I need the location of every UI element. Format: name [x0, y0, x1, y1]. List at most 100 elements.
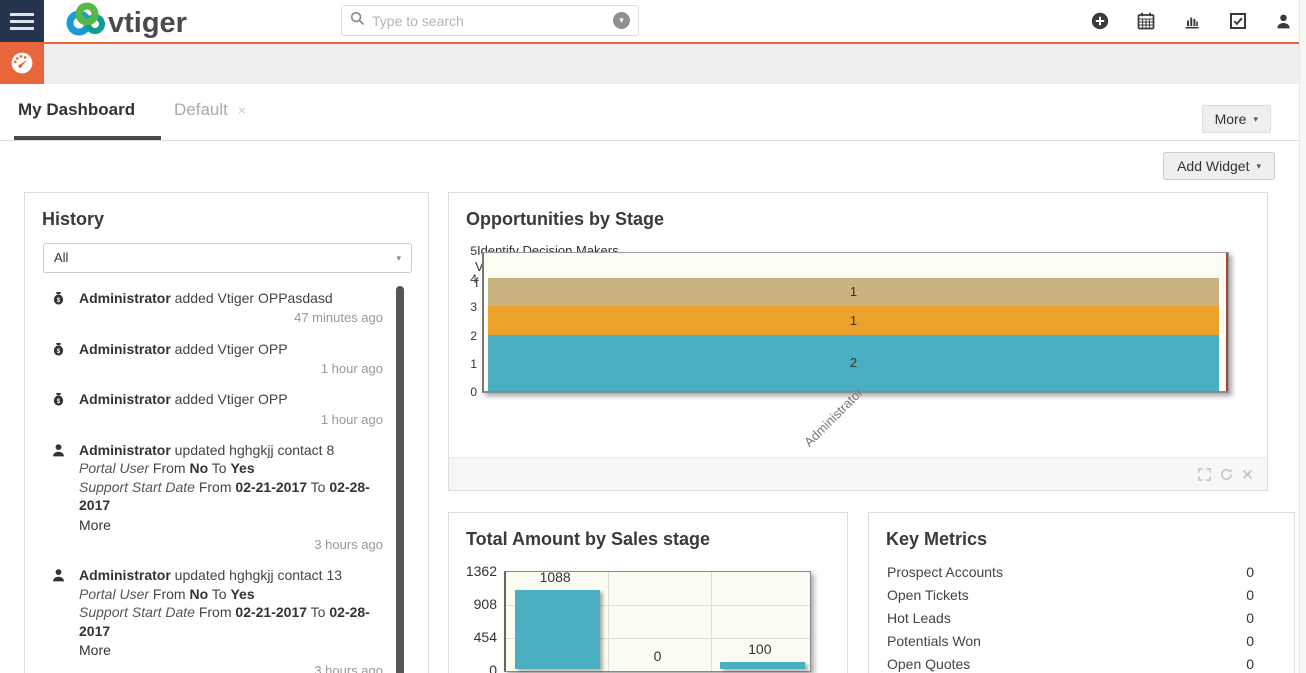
- history-item-body: Administrator updated hghgkjj contact 13…: [79, 566, 397, 673]
- history-actor: Administrator: [79, 391, 171, 407]
- app-header: [0, 44, 1306, 84]
- history-item-body: Administrator added Vtiger OPP 1 hour ago: [79, 390, 397, 428]
- opportunity-icon: $: [51, 291, 68, 327]
- y-axis-tick-label: 1362: [451, 563, 497, 579]
- history-item-body: Administrator updated hghgkjj contact 8P…: [79, 441, 397, 554]
- field-name: Portal User: [79, 586, 149, 602]
- expand-icon[interactable]: [1198, 468, 1211, 481]
- history-item-body: Administrator added Vtiger OPPasdasd 47 m…: [79, 289, 397, 327]
- chart-plot-area: 2 1 1: [482, 252, 1229, 393]
- more-link[interactable]: More: [79, 516, 383, 534]
- history-filter-value: All: [54, 250, 68, 265]
- user-icon[interactable]: [1275, 13, 1292, 30]
- y-axis-tick-label: 4: [449, 272, 477, 286]
- y-axis-tick-label: 5: [449, 244, 477, 258]
- key-metrics-widget-title: Key Metrics: [886, 529, 987, 550]
- history-actor: Administrator: [79, 341, 171, 357]
- dashboard-gauge-icon[interactable]: [0, 42, 44, 84]
- more-button[interactable]: More▾: [1202, 105, 1271, 133]
- y-axis-tick-label: 454: [451, 629, 497, 645]
- axis-accent-line: [1226, 253, 1228, 391]
- quick-create-plus-icon[interactable]: [1091, 12, 1109, 30]
- tab-my-dashboard[interactable]: My Dashboard: [14, 84, 161, 140]
- refresh-icon[interactable]: [1220, 468, 1233, 481]
- history-item-text: Administrator added Vtiger OPPasdasd: [79, 289, 383, 307]
- calendar-icon[interactable]: [1137, 12, 1155, 30]
- navbar-icons: [1091, 12, 1292, 30]
- history-actor: Administrator: [79, 567, 171, 583]
- total-amount-widget: Total Amount by Sales stage 136290845401…: [448, 512, 848, 673]
- history-time: 3 hours ago: [79, 662, 383, 673]
- history-filter-dropdown[interactable]: All ▾: [43, 243, 412, 273]
- history-item: Administrator updated hghgkjj contact 13…: [51, 566, 397, 673]
- metric-label: Open Quotes: [887, 653, 970, 673]
- metric-value: 0: [1246, 607, 1254, 630]
- from-value: No: [189, 586, 208, 602]
- bar-value-label: 1088: [504, 569, 606, 585]
- key-metrics-widget: Key Metrics Prospect Accounts0Open Ticke…: [868, 512, 1295, 673]
- history-time: 1 hour ago: [79, 411, 383, 428]
- search-icon: [350, 11, 365, 31]
- opportunity-icon: $: [51, 392, 68, 428]
- opportunities-by-stage-widget: Opportunities by Stage Administrator Ide…: [448, 192, 1268, 491]
- metric-label: Potentials Won: [887, 630, 981, 653]
- vtiger-logo: vtiger: [52, 2, 204, 45]
- svg-text:vtiger: vtiger: [108, 7, 187, 39]
- metric-row: Hot Leads0: [869, 607, 1294, 630]
- caret-down-icon: ▾: [396, 244, 401, 272]
- history-time: 47 minutes ago: [79, 309, 383, 326]
- history-item-text: Administrator added Vtiger OPP: [79, 340, 383, 358]
- accent-divider: [0, 42, 1306, 44]
- history-scrollbar-thumb[interactable]: [396, 286, 404, 673]
- stacked-bar-segment: 2: [488, 335, 1219, 391]
- x-axis-category-label: Administrator: [801, 385, 866, 450]
- search-input[interactable]: [372, 13, 613, 29]
- metric-value: 0: [1246, 630, 1254, 653]
- y-axis-tick-label: 0: [451, 662, 497, 673]
- search-scope-dropdown-icon[interactable]: ▾: [613, 12, 630, 29]
- hamburger-menu-icon[interactable]: [0, 0, 44, 42]
- tab-default[interactable]: Default×: [170, 84, 250, 140]
- page-scrollbar[interactable]: [1299, 0, 1306, 673]
- add-widget-button[interactable]: Add Widget▾: [1163, 152, 1275, 180]
- history-list: $ Administrator added Vtiger OPPasdasd 47 …: [25, 283, 397, 673]
- field-name: Portal User: [79, 460, 149, 476]
- from-value: No: [189, 460, 208, 476]
- total-amount-chart: 1362908454010880100: [449, 513, 847, 673]
- y-axis-tick-label: 3: [449, 300, 477, 314]
- metric-row: Open Quotes 0: [869, 653, 1294, 673]
- dashboard-tab-bar: My Dashboard Default× More▾: [0, 84, 1306, 141]
- metric-value: 0: [1246, 653, 1254, 673]
- history-actor: Administrator: [79, 442, 171, 458]
- bar-value-label: 2: [488, 355, 1219, 370]
- history-change-line: Portal User From No To Yes: [79, 585, 383, 603]
- history-item: $Administrator added Vtiger OPP1 hour ag…: [51, 340, 397, 378]
- more-button-label: More: [1215, 111, 1247, 127]
- bar-chart-icon[interactable]: [1183, 12, 1201, 30]
- field-name: Support Start Date: [79, 479, 195, 495]
- history-item: $ Administrator added Vtiger OPPasdasd 47 …: [51, 289, 397, 327]
- bar-value-label: 1: [488, 284, 1219, 299]
- history-widget-title: History: [42, 209, 104, 230]
- tasks-check-icon[interactable]: [1229, 12, 1247, 30]
- stacked-bar-segment: 1: [488, 306, 1219, 334]
- metric-value: 0: [1246, 561, 1254, 584]
- metric-row: Prospect Accounts0: [869, 561, 1294, 584]
- history-item-text: Administrator added Vtiger OPP: [79, 390, 383, 408]
- bar-value-label: 0: [606, 648, 708, 664]
- y-axis-tick-label: 1: [449, 357, 477, 371]
- tab-label: My Dashboard: [18, 100, 135, 119]
- history-item-body: Administrator added Vtiger OPP1 hour ago: [79, 340, 397, 378]
- history-change-line: Portal User From No To Yes: [79, 459, 383, 477]
- history-item-text: Administrator updated hghgkjj contact 8: [79, 441, 383, 459]
- history-actor: Administrator: [79, 290, 171, 306]
- metric-label: Open Tickets: [887, 584, 969, 607]
- contact-icon: [51, 568, 68, 673]
- global-search: ▾: [341, 5, 639, 36]
- history-change-line: Support Start Date From 02-21-2017 To 02…: [79, 603, 383, 640]
- opportunities-chart: Administrator Identify Decision MakersVf…: [449, 193, 1267, 490]
- more-link[interactable]: More: [79, 641, 383, 659]
- close-icon[interactable]: [1242, 469, 1253, 480]
- y-axis-tick-label: 0: [449, 385, 477, 399]
- tab-close-icon[interactable]: ×: [238, 102, 246, 118]
